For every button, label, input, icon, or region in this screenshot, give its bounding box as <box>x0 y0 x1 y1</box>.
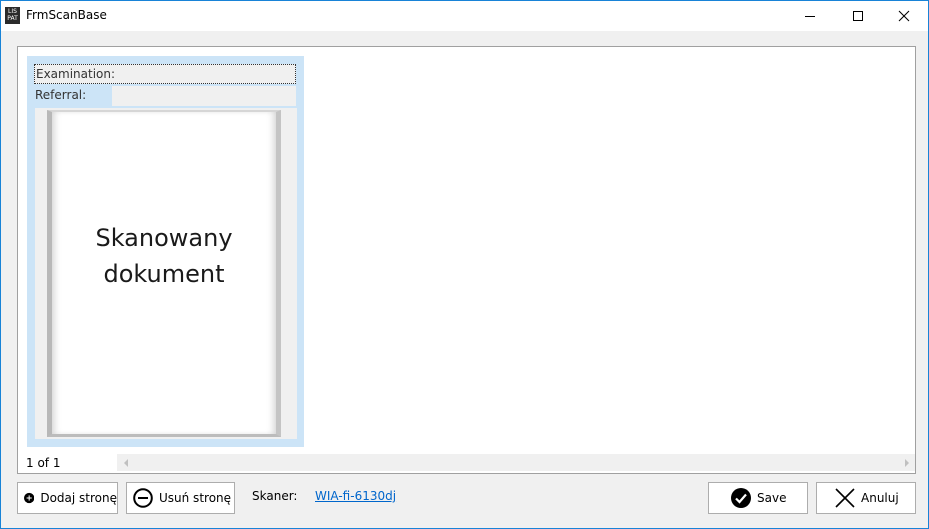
scroll-left-icon <box>123 458 128 467</box>
close-x-icon <box>835 488 855 508</box>
cancel-button[interactable]: Anuluj <box>816 482 916 514</box>
save-button[interactable]: Save <box>708 482 808 514</box>
referral-field[interactable]: Referral: <box>34 86 296 106</box>
close-button[interactable] <box>881 1 927 31</box>
examination-label: Examination: <box>36 67 116 81</box>
scanner-label: Skaner: <box>252 489 298 503</box>
status-bar: 1 of 1 <box>18 453 915 473</box>
plus-circle-icon <box>24 492 35 504</box>
minimize-icon <box>805 16 815 17</box>
page-preview-frame: Skanowany dokument <box>35 108 297 439</box>
window-title: FrmScanBase <box>26 8 107 22</box>
scanned-page-image[interactable]: Skanowany dokument <box>47 110 281 437</box>
remove-page-button[interactable]: Usuń stronę <box>126 482 235 514</box>
examination-field[interactable]: Examination: <box>34 64 296 84</box>
app-logo-text-bottom: PAT <box>7 15 18 22</box>
horizontal-scrollbar[interactable] <box>117 454 915 471</box>
scanned-page-text-line2: dokument <box>103 260 225 288</box>
scroll-right-button[interactable] <box>898 454 915 471</box>
minimize-button[interactable] <box>787 1 833 31</box>
scanner-select-link[interactable]: WIA-fi-6130dj <box>315 489 396 503</box>
referral-value-box[interactable] <box>112 86 296 106</box>
maximize-icon <box>853 11 863 21</box>
main-window: LIS PAT FrmScanBase Examination: Referra… <box>0 0 929 529</box>
scroll-right-icon <box>904 458 909 467</box>
action-bar: Dodaj stronę Usuń stronę Skaner: WIA-fi-… <box>1 475 928 528</box>
scan-pages-panel: Examination: Referral: Skanowany dokumen… <box>17 46 916 474</box>
close-icon <box>898 10 910 22</box>
scanned-page-text: Skanowany dokument <box>52 220 276 292</box>
referral-label: Referral: <box>35 88 87 102</box>
save-label: Save <box>757 491 787 505</box>
scanned-page-card[interactable]: Examination: Referral: Skanowany dokumen… <box>27 56 304 447</box>
page-count: 1 of 1 <box>26 456 61 470</box>
add-page-button[interactable]: Dodaj stronę <box>17 482 118 514</box>
title-bar[interactable]: LIS PAT FrmScanBase <box>1 1 928 31</box>
minus-circle-icon <box>133 488 153 508</box>
checkmark-circle-icon <box>731 488 751 508</box>
scroll-left-button[interactable] <box>117 454 134 471</box>
app-logo-text-top: LIS <box>8 8 17 15</box>
app-logo-icon: LIS PAT <box>5 7 20 24</box>
maximize-button[interactable] <box>835 1 881 31</box>
remove-page-label: Usuń stronę <box>159 491 232 505</box>
scanned-page-text-line1: Skanowany <box>95 224 233 252</box>
cancel-label: Anuluj <box>861 491 899 505</box>
add-page-label: Dodaj stronę <box>40 491 117 505</box>
